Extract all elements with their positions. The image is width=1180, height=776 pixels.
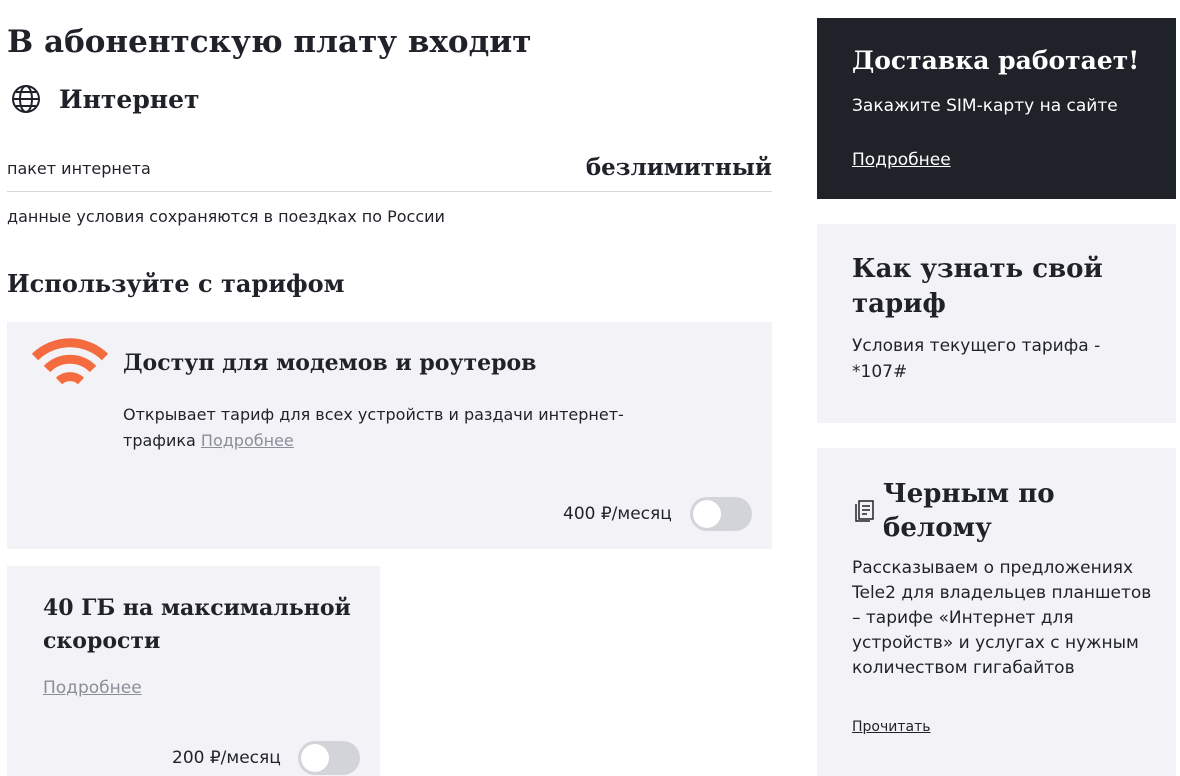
tariff-info-text: Условия текущего тарифа - *107# — [852, 336, 1101, 382]
tariff-info-title: Как узнать свой тариф — [852, 254, 1103, 319]
blog-text: Рассказываем о предложениях Tele2 для вл… — [852, 558, 1152, 678]
document-icon — [855, 498, 877, 522]
addon-title: 40 ГБ на максимальной скорости — [43, 595, 351, 654]
addon-description-text: Открывает тариф для всех устройств и раз… — [123, 405, 624, 450]
internet-section-title: Интернет — [59, 85, 200, 114]
addon-more-link[interactable]: Подробнее — [201, 431, 294, 450]
promo-subtitle: Закажите SIM-карту на сайте — [852, 96, 1118, 116]
blog-read-link[interactable]: Прочитать — [852, 716, 931, 738]
promo-title: Доставка работает! — [852, 46, 1140, 75]
addon-price: 200 ₽/месяц — [172, 748, 281, 768]
blog-title: Черным по белому — [883, 479, 1055, 543]
addon-modem-toggle[interactable] — [690, 497, 752, 531]
addon-more-link[interactable]: Подробнее — [43, 676, 142, 700]
package-label: пакет интернета — [7, 159, 151, 178]
wifi-icon — [29, 333, 111, 391]
addon-price: 400 ₽/месяц — [563, 504, 672, 524]
promo-more-link[interactable]: Подробнее — [852, 148, 951, 172]
travel-note: данные условия сохраняются в поездках по… — [7, 207, 445, 226]
addons-title: Используйте с тарифом — [7, 269, 345, 298]
toggle-knob — [301, 744, 329, 772]
globe-icon — [10, 83, 42, 115]
toggle-knob — [693, 500, 721, 528]
addon-description: Открывает тариф для всех устройств и раз… — [123, 402, 683, 454]
addon-title: Доступ для модемов и роутеров — [123, 350, 537, 376]
page-title: В абонентскую плату входит — [7, 24, 532, 60]
divider — [7, 191, 772, 192]
package-value: безлимитный — [585, 154, 772, 181]
addon-40gb-toggle[interactable] — [298, 741, 360, 775]
